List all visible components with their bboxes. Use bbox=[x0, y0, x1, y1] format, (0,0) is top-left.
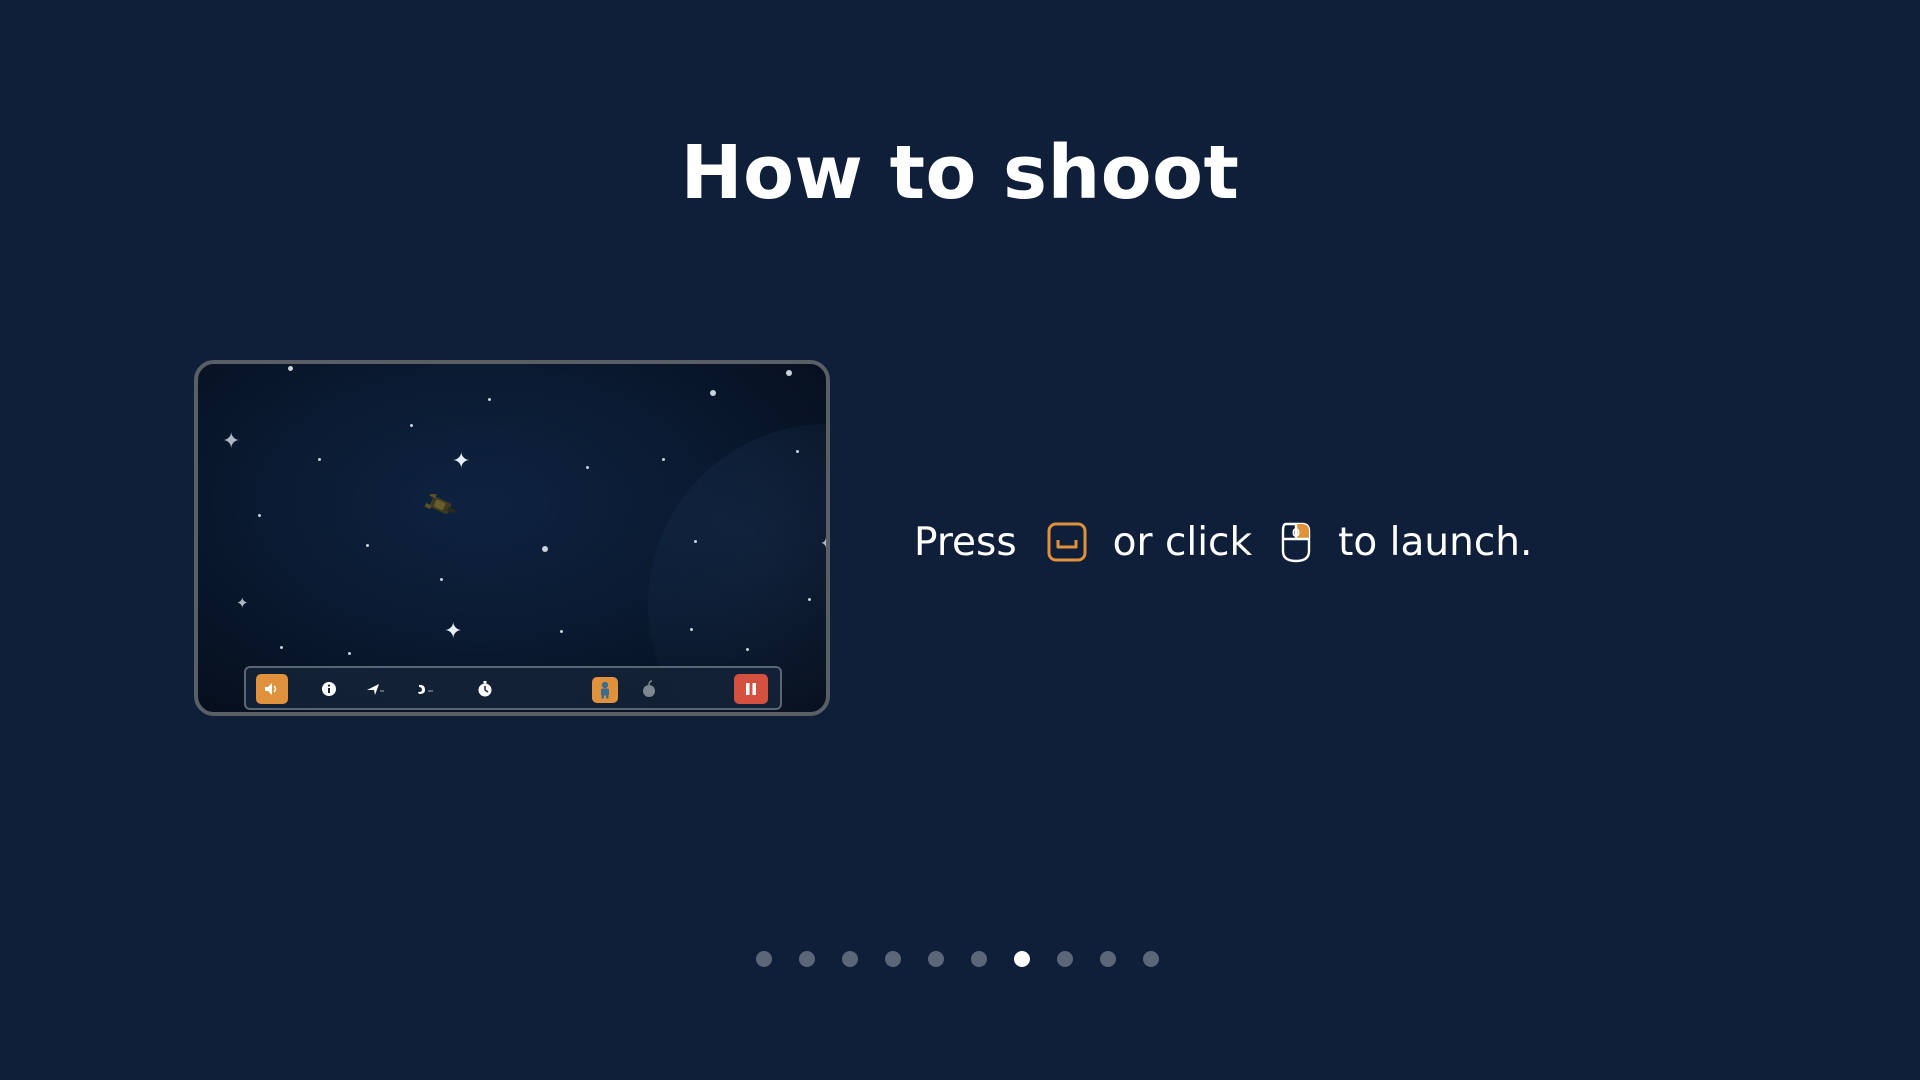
star bbox=[542, 546, 548, 552]
star bbox=[560, 630, 563, 633]
bomb-icon bbox=[638, 678, 660, 700]
star bbox=[280, 646, 283, 649]
game-hud bbox=[244, 666, 782, 710]
star bbox=[318, 458, 321, 461]
ship-icon bbox=[364, 678, 386, 700]
star bbox=[808, 598, 811, 601]
pagination-dot-7[interactable] bbox=[1014, 951, 1030, 967]
timer-icon bbox=[474, 678, 496, 700]
star bbox=[440, 578, 443, 581]
pagination-dot-3[interactable] bbox=[842, 951, 858, 967]
sparkle-star: ✦ bbox=[222, 428, 241, 453]
star bbox=[746, 648, 749, 651]
sound-icon bbox=[265, 683, 277, 695]
pause-button[interactable] bbox=[734, 674, 768, 704]
pagination-dot-10[interactable] bbox=[1143, 951, 1159, 967]
pagination-dot-4[interactable] bbox=[885, 951, 901, 967]
star bbox=[410, 424, 413, 427]
pagination-dot-2[interactable] bbox=[799, 951, 815, 967]
star bbox=[796, 450, 799, 453]
info-icon[interactable] bbox=[318, 678, 340, 700]
pause-icon bbox=[746, 683, 756, 695]
astronaut-icon bbox=[601, 681, 609, 699]
star bbox=[488, 398, 491, 401]
sound-button[interactable] bbox=[256, 674, 288, 704]
pagination-dot-1[interactable] bbox=[756, 951, 772, 967]
star bbox=[586, 466, 589, 469]
sparkle-star: ✦ bbox=[444, 618, 463, 643]
pagination-dot-6[interactable] bbox=[971, 951, 987, 967]
pagination-dot-8[interactable] bbox=[1057, 951, 1073, 967]
game-preview: ✦ ✦ ✦ ✦ ✦ bbox=[194, 360, 830, 716]
star bbox=[258, 514, 261, 517]
instruction-or-click-text: or click bbox=[1112, 519, 1253, 565]
star bbox=[662, 458, 665, 461]
star bbox=[288, 366, 293, 371]
astronaut-button[interactable] bbox=[592, 677, 618, 703]
star bbox=[786, 370, 792, 376]
page-title: How to shoot bbox=[680, 130, 1240, 216]
star bbox=[366, 544, 369, 547]
star bbox=[710, 390, 716, 396]
instruction-to-launch-text: to launch. bbox=[1338, 519, 1533, 565]
instruction-press-text: Press bbox=[914, 519, 1017, 565]
pagination-dot-5[interactable] bbox=[928, 951, 944, 967]
sparkle-star: ✦ bbox=[236, 595, 249, 612]
pagination-dot-9[interactable] bbox=[1100, 951, 1116, 967]
shoot-instruction: Press or click to launch. bbox=[914, 512, 1532, 572]
sparkle-star: ✦ bbox=[452, 448, 471, 473]
spacebar-key-icon bbox=[1047, 522, 1087, 562]
sparkle-star: ✦ bbox=[820, 536, 826, 550]
star bbox=[348, 652, 351, 655]
arm-icon bbox=[414, 678, 436, 700]
star bbox=[690, 628, 693, 631]
tutorial-page: How to shoot ✦ ✦ ✦ ✦ ✦ bbox=[0, 0, 1920, 1080]
star bbox=[694, 540, 697, 543]
spaceship-icon bbox=[424, 494, 456, 514]
mouse-left-click-icon bbox=[1280, 521, 1312, 563]
